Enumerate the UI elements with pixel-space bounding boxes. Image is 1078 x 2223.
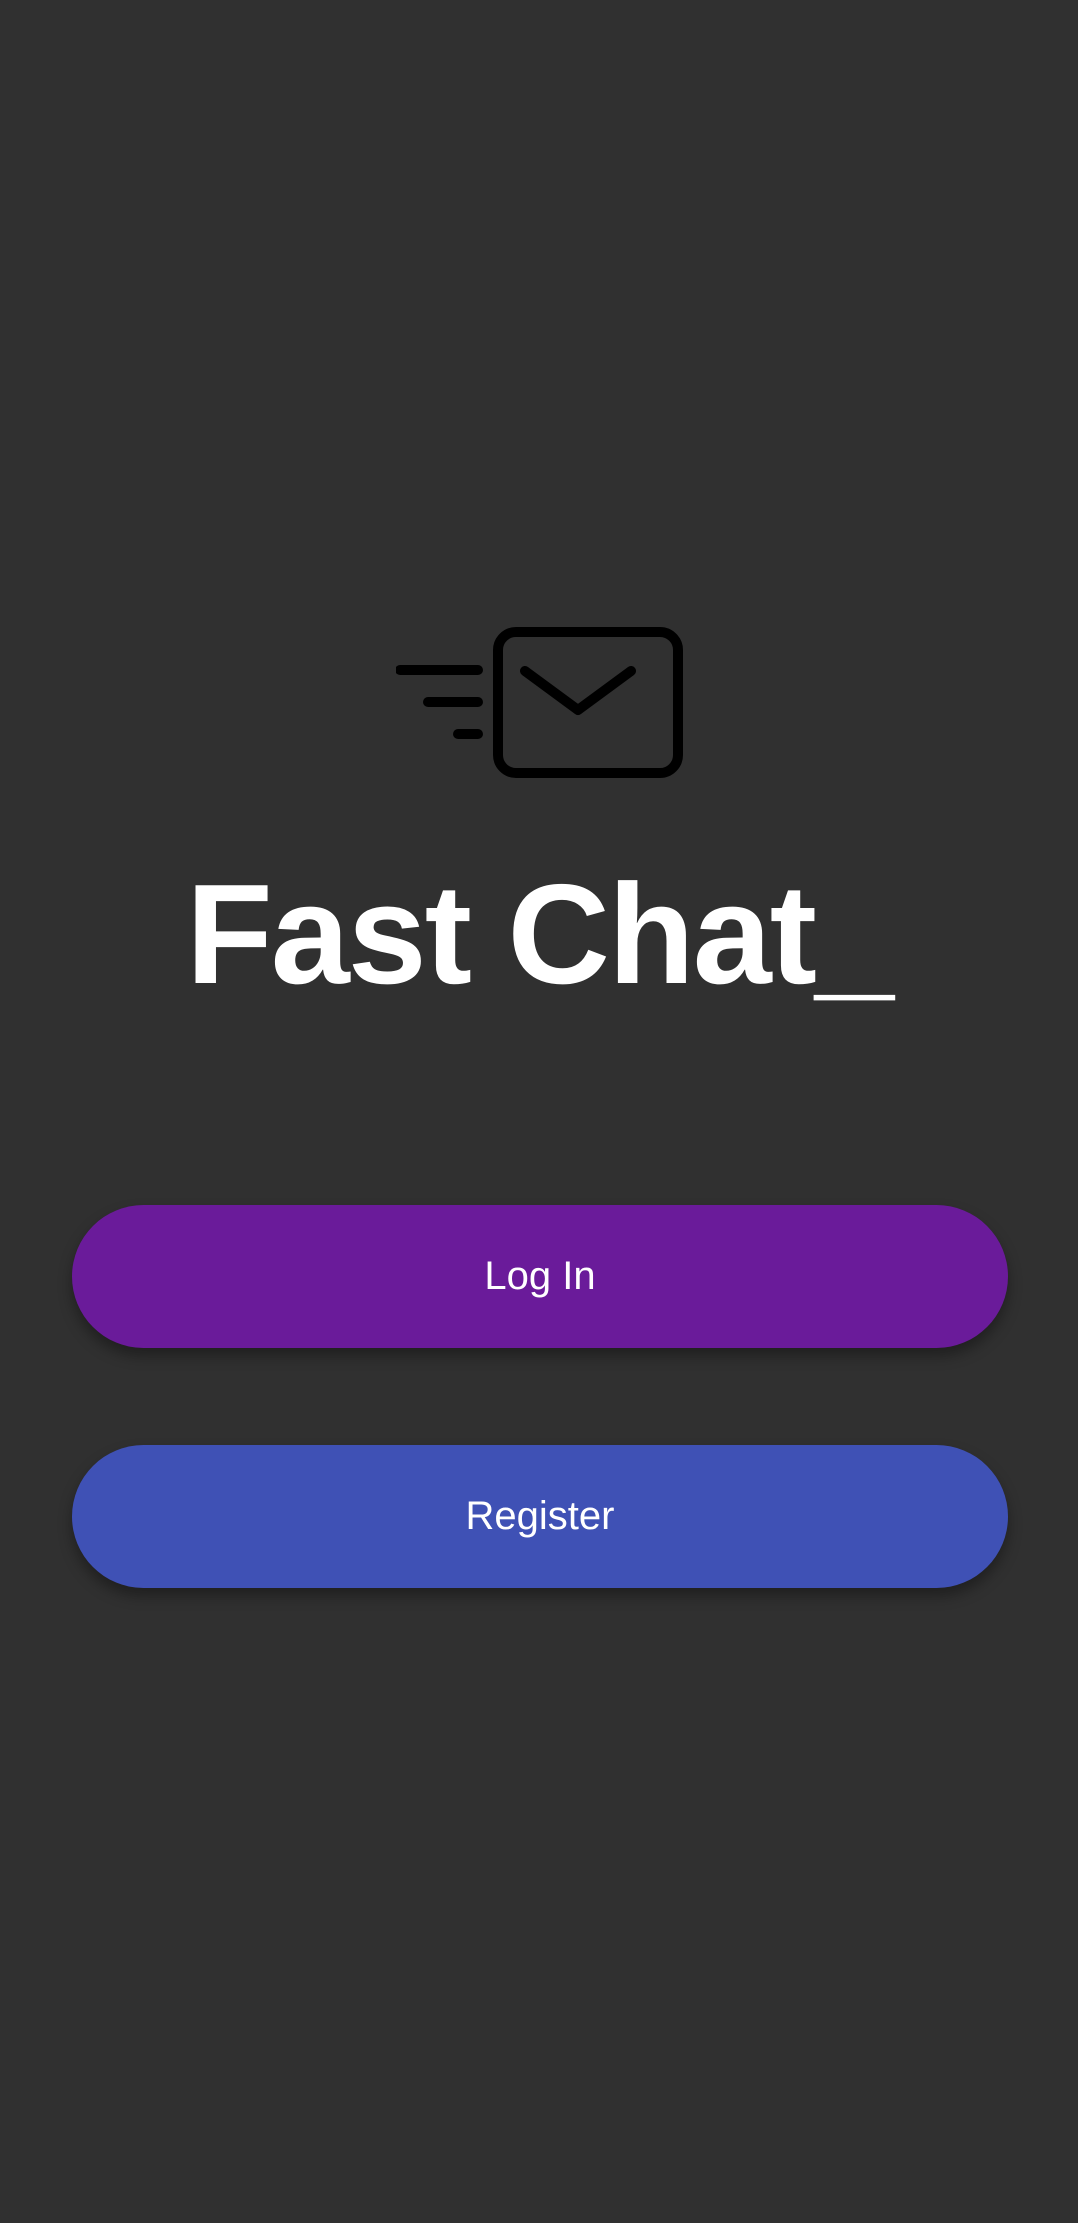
fast-mail-icon bbox=[396, 626, 684, 779]
login-button[interactable]: Log In bbox=[72, 1205, 1008, 1348]
register-button-label: Register bbox=[465, 1494, 615, 1538]
app-title: Fast Chat_ bbox=[186, 855, 894, 1014]
login-button-label: Log In bbox=[484, 1254, 596, 1298]
register-button[interactable]: Register bbox=[72, 1445, 1008, 1588]
welcome-screen: { "app": { "title": "Fast Chat_", "logo_… bbox=[0, 0, 1078, 2223]
